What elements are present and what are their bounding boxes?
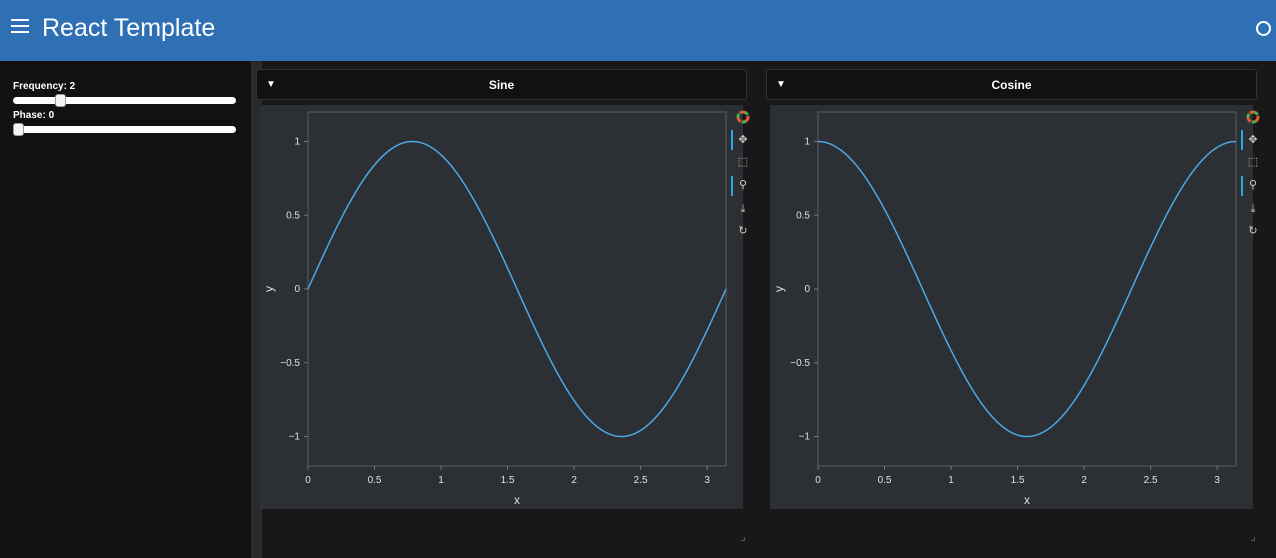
- app-title: React Template: [42, 14, 216, 42]
- x-tick-label: 2.5: [634, 475, 648, 486]
- save-icon[interactable]: ⤓: [735, 201, 751, 217]
- x-axis-label: x: [1024, 493, 1030, 507]
- frequency-label: Frequency: 2: [13, 81, 76, 92]
- active-tool-indicator: [731, 130, 733, 150]
- cosine-card-title: Cosine: [991, 78, 1032, 92]
- reset-icon[interactable]: ↻: [735, 223, 751, 239]
- box-zoom-icon[interactable]: ⬚: [1245, 154, 1261, 170]
- hamburger-menu-icon[interactable]: [11, 19, 29, 35]
- x-tick-label: 2.5: [1144, 475, 1158, 486]
- x-tick-label: 3: [704, 475, 710, 486]
- phase-label: Phase: 0: [13, 110, 55, 121]
- phase-slider-thumb[interactable]: [13, 123, 24, 136]
- y-tick-label: −0.5: [280, 358, 300, 369]
- box-zoom-icon[interactable]: ⬚: [735, 154, 751, 170]
- sine-card-header[interactable]: ▼ Sine: [256, 69, 747, 100]
- y-tick-label: 0: [294, 284, 300, 295]
- cosine-card: ▼ Cosine 0 0.5 1 1.5 2 2.5 3 1 0.5 0 −0.5 −1 x y: [766, 69, 1257, 541]
- y-tick-label: 1: [804, 137, 810, 148]
- cosine-card-header[interactable]: ▼ Cosine: [766, 69, 1257, 100]
- sine-card-title: Sine: [488, 78, 515, 92]
- wheel-zoom-icon[interactable]: ⚲: [1245, 177, 1261, 193]
- plot-frame: [817, 111, 1237, 467]
- sine-plot[interactable]: 0 0.5 1 1.5 2 2.5 3 1 0.5 0 −0.5 −1 x y: [260, 105, 743, 509]
- resize-handle-icon[interactable]: [741, 537, 745, 541]
- y-axis-label: y: [262, 286, 276, 292]
- y-tick-label: −1: [799, 432, 811, 443]
- x-tick-label: 2: [1081, 475, 1087, 486]
- x-tick-label: 0: [305, 475, 311, 486]
- frequency-slider-thumb[interactable]: [55, 94, 67, 107]
- phase-slider[interactable]: [13, 123, 236, 136]
- sidebar: Frequency: 2 Phase: 0: [0, 61, 251, 558]
- x-tick-label: 0.5: [878, 475, 892, 486]
- y-tick-label: 0.5: [286, 210, 300, 221]
- x-tick-label: 0.5: [368, 475, 382, 486]
- cosine-plot[interactable]: 0 0.5 1 1.5 2 2.5 3 1 0.5 0 −0.5 −1 x y: [770, 105, 1253, 509]
- x-tick-label: 1.5: [1011, 475, 1025, 486]
- x-axis-label: x: [514, 493, 520, 507]
- frequency-slider[interactable]: [13, 94, 236, 107]
- y-axis-label: y: [772, 286, 786, 292]
- pan-icon[interactable]: ✥: [1245, 132, 1261, 148]
- y-tick-label: 1: [294, 137, 300, 148]
- series-line: [817, 140, 1237, 438]
- circle-status-icon: [1256, 21, 1271, 36]
- bokeh-logo-icon[interactable]: [1245, 110, 1261, 126]
- x-tick-label: 1: [438, 475, 444, 486]
- x-tick-label: 2: [571, 475, 577, 486]
- active-tool-indicator: [1241, 130, 1243, 150]
- x-tick-label: 1.5: [501, 475, 515, 486]
- active-tool-indicator: [731, 176, 733, 196]
- pan-icon[interactable]: ✥: [735, 132, 751, 148]
- y-tick-label: 0: [804, 284, 810, 295]
- reset-icon[interactable]: ↻: [1245, 223, 1261, 239]
- app-header: React Template: [0, 0, 1276, 61]
- active-tool-indicator: [1241, 176, 1243, 196]
- wheel-zoom-icon[interactable]: ⚲: [735, 177, 751, 193]
- resize-handle-icon[interactable]: [1251, 537, 1255, 541]
- sine-card: ▼ Sine 0 0.5 1 1.5 2 2.5 3 1 0.5 0 −0.5 −1 x y: [256, 69, 747, 541]
- x-tick-label: 0: [815, 475, 821, 486]
- series-line: [307, 140, 727, 438]
- x-tick-label: 3: [1214, 475, 1220, 486]
- y-tick-label: 0.5: [796, 210, 810, 221]
- y-tick-label: −0.5: [790, 358, 810, 369]
- save-icon[interactable]: ⤓: [1245, 201, 1261, 217]
- bokeh-logo-icon[interactable]: [735, 110, 751, 126]
- y-tick-label: −1: [289, 432, 301, 443]
- x-tick-label: 1: [948, 475, 954, 486]
